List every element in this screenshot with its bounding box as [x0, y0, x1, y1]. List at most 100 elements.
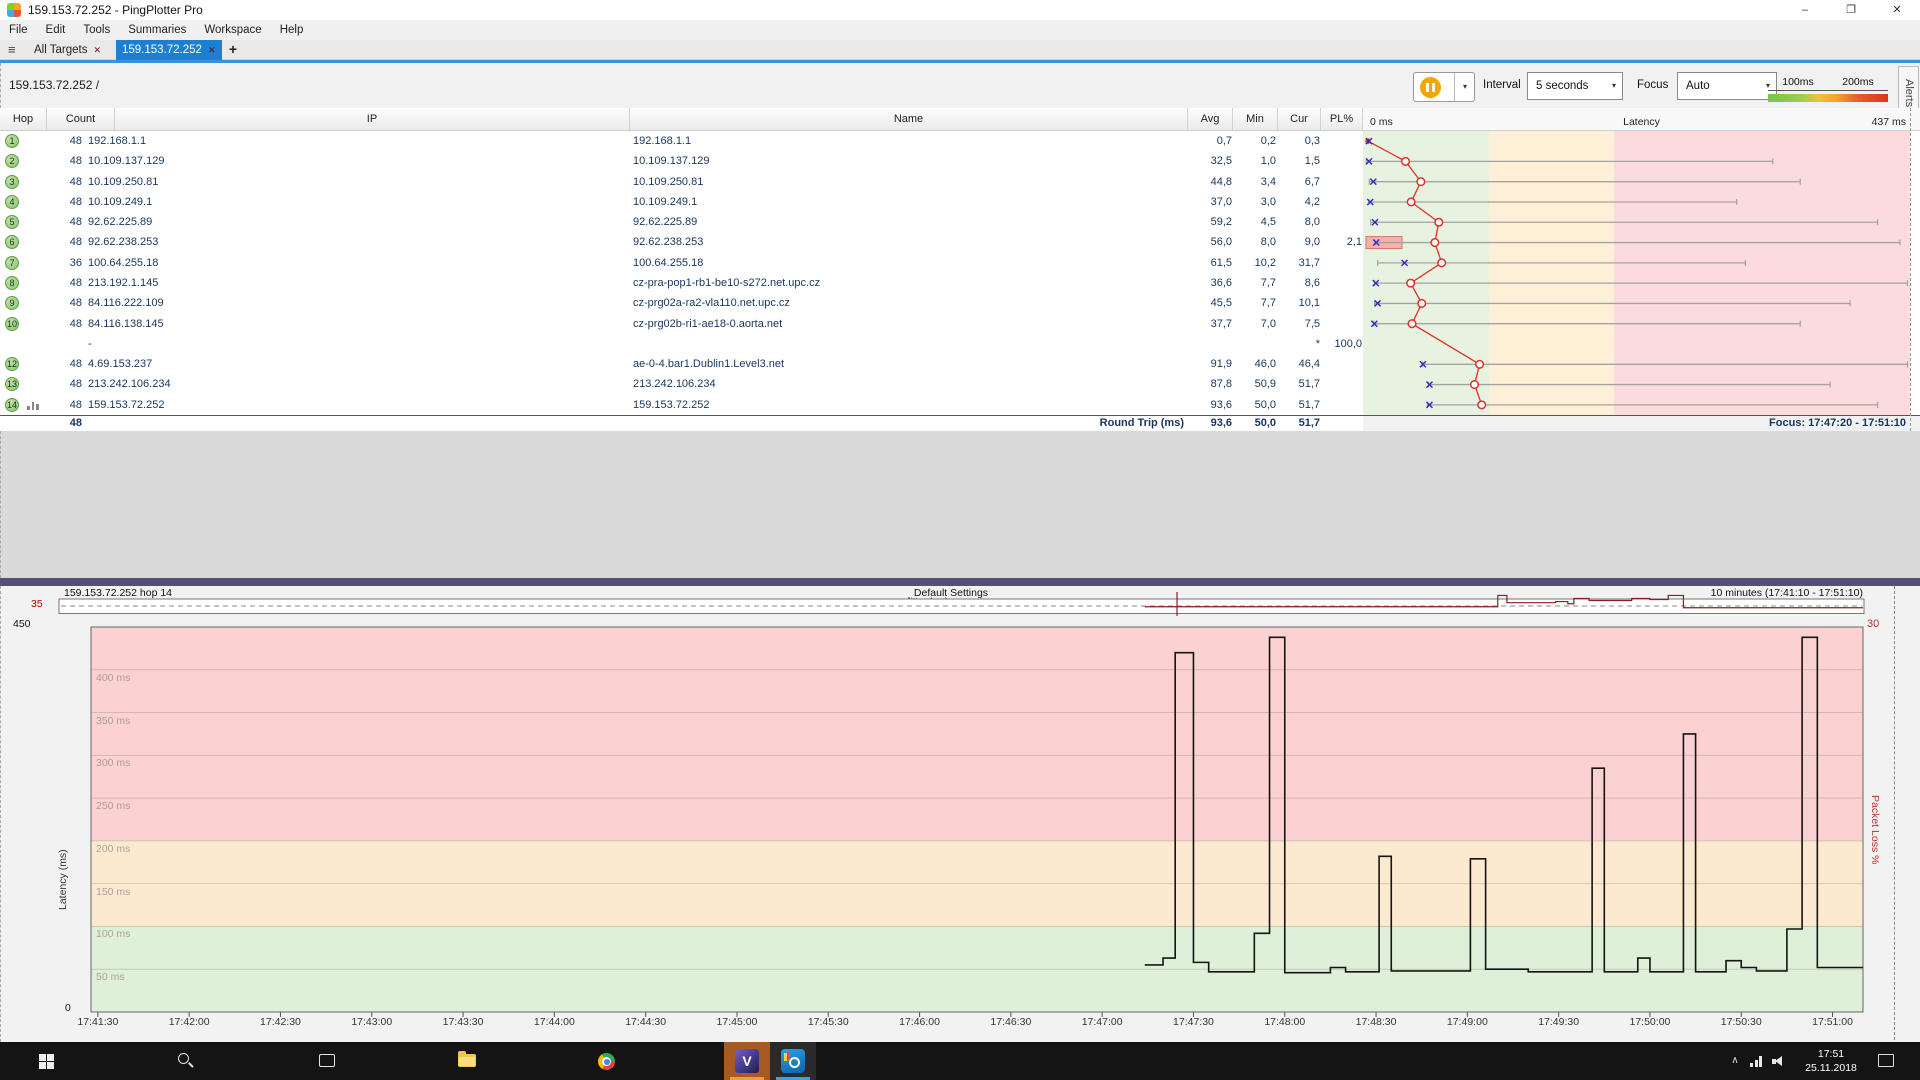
focus-select[interactable]: Auto ▾	[1677, 72, 1777, 100]
hop-name: cz-pra-pop1-rb1-be10-s272.net.upc.cz	[633, 273, 820, 293]
menu-item-edit[interactable]: Edit	[37, 20, 75, 40]
col-header-count[interactable]: Count	[47, 108, 115, 130]
col-header-ip[interactable]: IP	[115, 108, 630, 130]
hop-cur: 6,7	[1277, 172, 1320, 192]
hop-number-badge: 8	[5, 276, 19, 290]
focus-label: Focus	[1637, 79, 1668, 91]
pingplotter-taskbar-button[interactable]	[770, 1042, 816, 1080]
hop-cur: 9,0	[1277, 232, 1320, 252]
v-app-button[interactable]: V	[724, 1042, 770, 1080]
hop-name: 10.109.250.81	[633, 172, 703, 192]
col-header-cur[interactable]: Cur	[1278, 108, 1321, 130]
pingplotter-icon	[781, 1049, 805, 1073]
y-axis-max: 450	[13, 618, 31, 630]
hop-name: 100.64.255.18	[633, 253, 703, 273]
menu-item-file[interactable]: File	[0, 20, 37, 40]
close-tab-icon[interactable]: ✕	[208, 45, 216, 55]
gridline-label: 350 ms	[96, 715, 130, 727]
summary-cur: 51,7	[1277, 416, 1320, 431]
file-explorer-button[interactable]	[444, 1042, 490, 1080]
pane-splitter[interactable]	[0, 578, 1920, 586]
start-button[interactable]	[24, 1042, 70, 1080]
pause-options-caret[interactable]: ▾	[1454, 73, 1475, 101]
time-axis-label: 17:47:30	[1163, 1016, 1223, 1028]
tab-menu-icon[interactable]: ≡	[8, 40, 26, 60]
taskbar-clock[interactable]: 17:51 25.11.2018	[1796, 1047, 1866, 1075]
hop-min: 1,0	[1234, 151, 1276, 171]
hop-count: 48	[40, 273, 82, 293]
new-tab-button[interactable]: +	[224, 40, 242, 59]
search-icon	[178, 1053, 189, 1064]
col-header-name[interactable]: Name	[630, 108, 1188, 130]
hop-ip: 4.69.153.237	[88, 354, 152, 374]
action-center-icon[interactable]	[1878, 1054, 1894, 1067]
gridline-label: 150 ms	[96, 886, 130, 898]
pause-button[interactable]: ▾	[1413, 72, 1475, 102]
maximize-button[interactable]: ❐	[1828, 0, 1874, 20]
focus-range-label: Focus: 17:47:20 - 17:51:10	[1600, 416, 1906, 431]
col-header-avg[interactable]: Avg	[1188, 108, 1233, 130]
latency-scale-max: 437 ms	[1872, 111, 1906, 133]
hop-avg: 56,0	[1188, 232, 1232, 252]
hop-min: 8,0	[1234, 232, 1276, 252]
hop-avg: 91,9	[1188, 354, 1232, 374]
hop-avg: 0,7	[1188, 131, 1232, 151]
tab-all-targets[interactable]: All Targets✕	[28, 40, 107, 60]
time-axis-label: 17:48:30	[1346, 1016, 1406, 1028]
hop-number-badge: 6	[5, 235, 19, 249]
close-button[interactable]: ✕	[1874, 0, 1920, 20]
gridline-label: 100 ms	[96, 928, 130, 940]
hop-min: 7,0	[1234, 314, 1276, 334]
hop-avg: 87,8	[1188, 374, 1232, 394]
hop-min: 4,5	[1234, 212, 1276, 232]
summary-label: Round Trip (ms)	[1062, 416, 1184, 431]
menu-item-workspace[interactable]: Workspace	[195, 20, 270, 40]
folder-icon	[458, 1054, 476, 1067]
hop-min: 46,0	[1234, 354, 1276, 374]
hop-ip: 92.62.238.253	[88, 232, 158, 252]
target-address-label: 159.153.72.252 /	[9, 78, 99, 92]
hop-avg: 93,6	[1188, 395, 1232, 415]
network-icon[interactable]	[1750, 1056, 1764, 1067]
time-axis-label: 17:41:30	[68, 1016, 128, 1028]
menu-item-tools[interactable]: Tools	[74, 20, 119, 40]
pingplotter-logo-icon	[7, 3, 21, 17]
menu-item-help[interactable]: Help	[271, 20, 313, 40]
hop-name: cz-prg02a-ra2-vla110.net.upc.cz	[633, 293, 790, 313]
hop-min: 3,0	[1234, 192, 1276, 212]
hidden-icons-chevron[interactable]: ∧	[1726, 1042, 1744, 1080]
summary-avg: 93,6	[1188, 416, 1232, 431]
hop-min: 0,2	[1234, 131, 1276, 151]
hop-avg: 36,6	[1188, 273, 1232, 293]
chrome-button[interactable]	[584, 1042, 630, 1080]
time-axis-label: 17:42:30	[250, 1016, 310, 1028]
menu-item-summaries[interactable]: Summaries	[119, 20, 195, 40]
y-axis-title: Latency (ms)	[57, 750, 69, 910]
col-header-min[interactable]: Min	[1233, 108, 1278, 130]
interval-select[interactable]: 5 seconds ▾	[1527, 72, 1623, 100]
hop-packet-loss: 100,0	[1320, 334, 1362, 354]
timeline-chart[interactable]	[1, 586, 1920, 1042]
task-view-button[interactable]	[304, 1042, 350, 1080]
round-trip-summary-row[interactable]: 48 Round Trip (ms) 93,6 50,0 51,7 Focus:…	[0, 415, 1920, 431]
time-axis-label: 17:46:00	[890, 1016, 950, 1028]
close-tab-icon[interactable]: ✕	[93, 45, 101, 55]
hop-count: 48	[40, 314, 82, 334]
windows-taskbar: V ∧ 17:51 25.11.2018	[0, 1042, 1920, 1080]
hop-latency-strip-chart[interactable]	[1365, 131, 1920, 416]
minimize-button[interactable]: –	[1782, 0, 1828, 20]
tab-target-active[interactable]: 159.153.72.252✕	[116, 40, 222, 60]
col-header-hop[interactable]: Hop	[0, 108, 47, 130]
gridline-label: 300 ms	[96, 757, 130, 769]
hop-count: 48	[40, 131, 82, 151]
taskbar-search-button[interactable]	[164, 1042, 210, 1080]
time-axis-label: 17:42:00	[159, 1016, 219, 1028]
hop-count: 48	[40, 212, 82, 232]
speaker-icon[interactable]	[1772, 1056, 1786, 1067]
hop-ip: 10.109.249.1	[88, 192, 152, 212]
chevron-down-icon: ▾	[1612, 73, 1616, 99]
col-header-pl[interactable]: PL%	[1321, 108, 1363, 130]
time-axis-label: 17:46:30	[981, 1016, 1041, 1028]
hop-name: 213.242.106.234	[633, 374, 716, 394]
time-axis-label: 17:43:00	[342, 1016, 402, 1028]
